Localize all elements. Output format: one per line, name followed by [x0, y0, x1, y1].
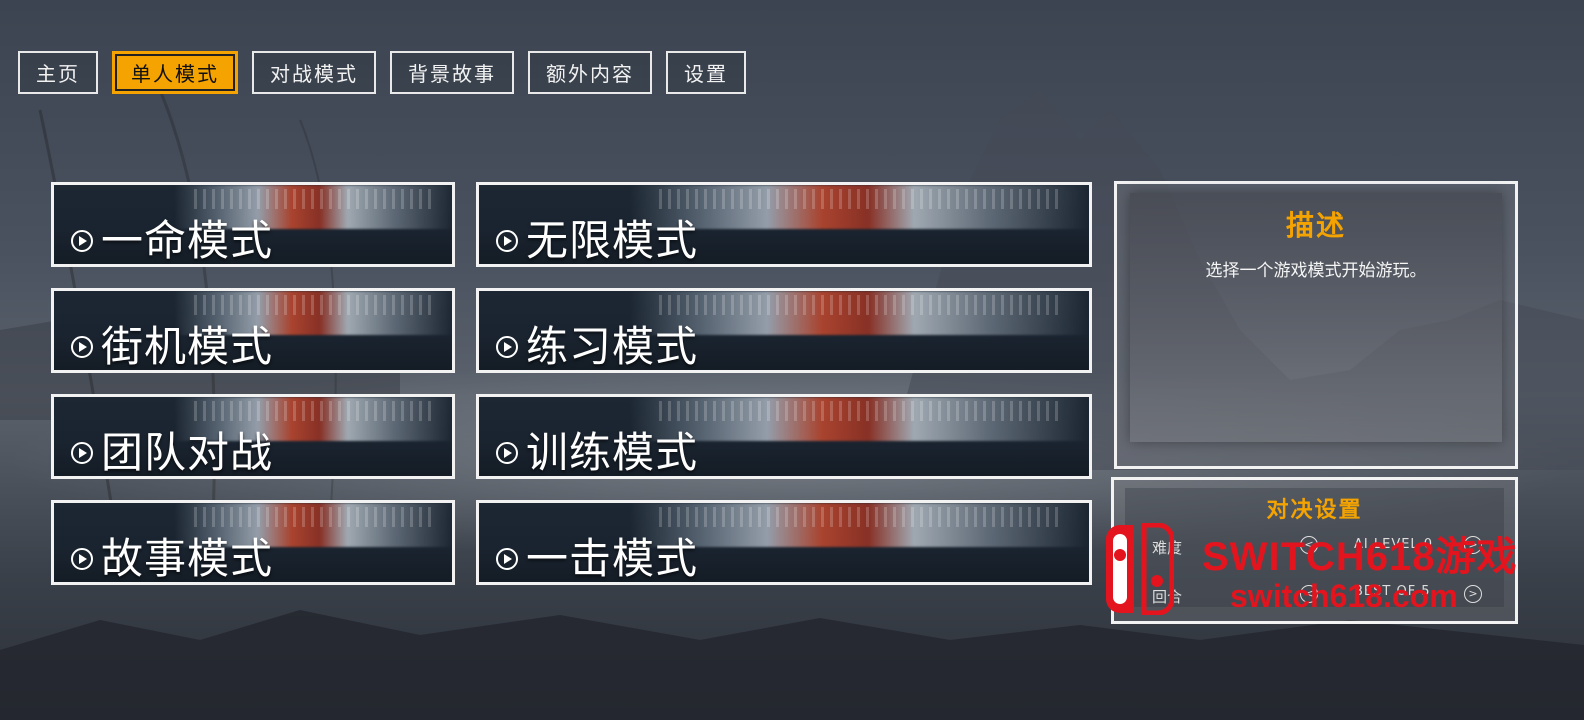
description-title: 描述: [1285, 209, 1346, 242]
mode-team-battle-button[interactable]: 团队对战: [51, 394, 455, 479]
mode-label: 一命模式: [101, 216, 274, 265]
mode-banner-texture: [659, 295, 1059, 315]
play-icon: [496, 229, 518, 252]
tab-single-player[interactable]: 单人模式: [112, 51, 238, 94]
mode-label: 无限模式: [526, 216, 699, 265]
mode-label: 练习模式: [526, 322, 699, 371]
watermark-title: SWITCH618游戏: [1202, 535, 1518, 579]
mode-banner-texture: [194, 401, 434, 421]
play-icon: [71, 547, 93, 570]
description-text: 选择一个游戏模式开始游玩。: [1205, 261, 1427, 281]
play-icon: [71, 441, 93, 464]
mode-one-life-button[interactable]: 一命模式: [51, 182, 455, 267]
mode-banner-texture: [194, 189, 434, 209]
description-panel: 描述 选择一个游戏模式开始游玩。: [1114, 181, 1518, 469]
mode-banner-texture: [659, 401, 1059, 421]
mode-one-hit-button[interactable]: 一击模式: [476, 500, 1092, 585]
tab-story-background[interactable]: 背景故事: [390, 51, 514, 94]
top-nav: 主页 单人模式 对战模式 背景故事 额外内容 设置: [18, 51, 746, 94]
mode-label: 街机模式: [101, 322, 274, 371]
tab-extras[interactable]: 额外内容: [528, 51, 652, 94]
mode-story-button[interactable]: 故事模式: [51, 500, 455, 585]
mode-label: 团队对战: [101, 428, 274, 477]
mode-practice-button[interactable]: 练习模式: [476, 288, 1092, 373]
play-icon: [496, 441, 518, 464]
mode-endless-button[interactable]: 无限模式: [476, 182, 1092, 267]
mode-arcade-button[interactable]: 街机模式: [51, 288, 455, 373]
mode-training-button[interactable]: 训练模式: [476, 394, 1092, 479]
mode-banner-texture: [659, 507, 1059, 527]
play-icon: [71, 335, 93, 358]
mode-label: 一击模式: [526, 534, 699, 583]
watermark: SWITCH618游戏 switch618.com: [1104, 521, 1544, 616]
play-icon: [496, 547, 518, 570]
switch-logo-icon: [1106, 523, 1174, 615]
mode-banner-texture: [659, 189, 1059, 209]
tab-settings[interactable]: 设置: [666, 51, 746, 94]
play-icon: [496, 335, 518, 358]
mode-banner-texture: [194, 507, 434, 527]
mode-label: 故事模式: [101, 534, 274, 583]
watermark-url: switch618.com: [1230, 578, 1458, 614]
match-settings-title: 对决设置: [1266, 498, 1363, 523]
play-icon: [71, 229, 93, 252]
mode-banner-texture: [194, 295, 434, 315]
tab-home[interactable]: 主页: [18, 51, 98, 94]
mode-label: 训练模式: [526, 428, 699, 477]
tab-versus[interactable]: 对战模式: [252, 51, 376, 94]
